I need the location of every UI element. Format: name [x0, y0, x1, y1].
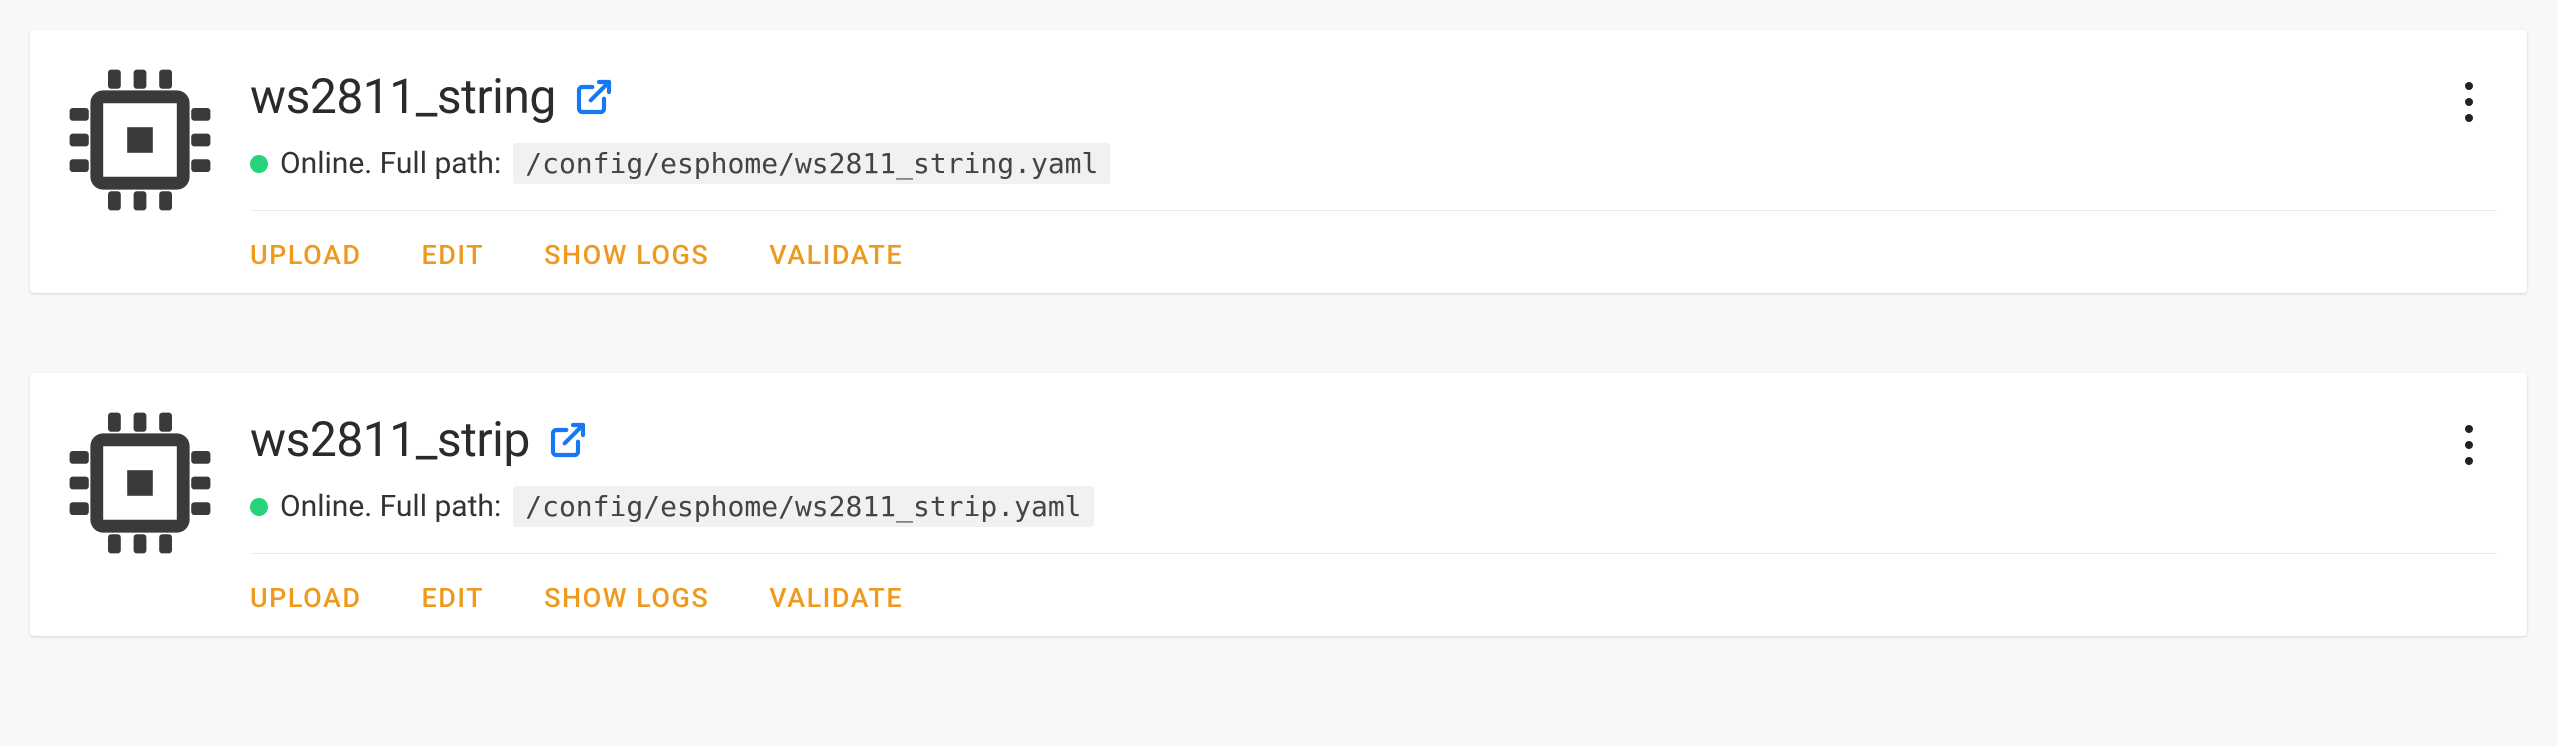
chip-icon — [60, 403, 220, 563]
status-label: Online. Full path: — [280, 489, 501, 524]
edit-button[interactable]: EDIT — [421, 239, 484, 271]
validate-button[interactable]: VALIDATE — [769, 582, 903, 614]
divider — [250, 210, 2497, 211]
validate-button[interactable]: VALIDATE — [769, 239, 903, 271]
device-status-row: Online. Full path: /config/esphome/ws281… — [250, 143, 2497, 184]
device-actions: UPLOAD EDIT SHOW LOGS VALIDATE — [250, 239, 2497, 271]
device-path: /config/esphome/ws2811_string.yaml — [513, 143, 1110, 184]
device-title-row: ws2811_strip — [250, 411, 2497, 468]
upload-button[interactable]: UPLOAD — [250, 582, 361, 614]
device-actions: UPLOAD EDIT SHOW LOGS VALIDATE — [250, 582, 2497, 614]
more-menu-icon[interactable] — [2451, 78, 2487, 126]
device-card-body: ws2811_string Online. Full path: /config… — [250, 60, 2497, 271]
device-card-body: ws2811_strip Online. Full path: /config/… — [250, 403, 2497, 614]
device-title: ws2811_strip — [250, 411, 530, 468]
show-logs-button[interactable]: SHOW LOGS — [544, 239, 709, 271]
device-title: ws2811_string — [250, 68, 556, 125]
device-card: ws2811_string Online. Full path: /config… — [30, 30, 2527, 293]
open-external-icon[interactable] — [548, 420, 588, 460]
upload-button[interactable]: UPLOAD — [250, 239, 361, 271]
status-label: Online. Full path: — [280, 146, 501, 181]
chip-icon — [60, 60, 220, 220]
edit-button[interactable]: EDIT — [421, 582, 484, 614]
device-path: /config/esphome/ws2811_strip.yaml — [513, 486, 1093, 527]
show-logs-button[interactable]: SHOW LOGS — [544, 582, 709, 614]
online-dot-icon — [250, 498, 268, 516]
device-card: ws2811_strip Online. Full path: /config/… — [30, 373, 2527, 636]
divider — [250, 553, 2497, 554]
online-dot-icon — [250, 155, 268, 173]
open-external-icon[interactable] — [574, 77, 614, 117]
device-status-row: Online. Full path: /config/esphome/ws281… — [250, 486, 2497, 527]
more-menu-icon[interactable] — [2451, 421, 2487, 469]
device-title-row: ws2811_string — [250, 68, 2497, 125]
